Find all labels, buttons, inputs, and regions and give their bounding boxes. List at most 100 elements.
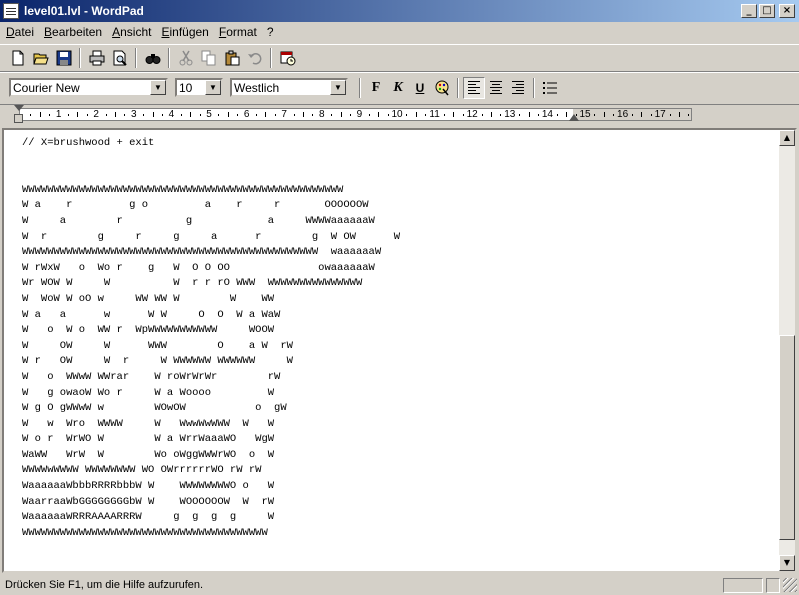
chevron-down-icon[interactable]: ▼ bbox=[205, 80, 221, 95]
ruler-dot bbox=[30, 114, 32, 116]
first-line-indent-marker[interactable] bbox=[14, 105, 24, 111]
ruler-dot bbox=[293, 114, 295, 116]
cut-icon[interactable] bbox=[174, 47, 197, 69]
document-line: W rWxW o Wo r g W O O OO owaaaaaaW bbox=[22, 261, 375, 274]
align-left-icon[interactable] bbox=[463, 76, 485, 99]
document-line: W o r WrWO W W a WrrWaaaWO WgW bbox=[22, 433, 275, 446]
ruler-dot bbox=[481, 114, 483, 116]
ruler-dot bbox=[199, 114, 201, 116]
align-center-icon[interactable] bbox=[485, 77, 507, 99]
format-toolbar: Courier New ▼ 10 ▼ Westlich ▼ F K U bbox=[0, 72, 799, 102]
ruler-dot bbox=[538, 114, 539, 116]
ruler-tick bbox=[227, 112, 229, 117]
right-indent-marker[interactable] bbox=[569, 114, 579, 121]
ruler-dot bbox=[124, 114, 126, 116]
find-icon[interactable] bbox=[141, 47, 164, 69]
toolbar-separator bbox=[135, 48, 137, 68]
ruler-dot bbox=[143, 114, 145, 116]
document-text[interactable]: // X=brushwood + exit WWWWWWWWWWWWWWWWWW… bbox=[22, 136, 775, 571]
left-indent-marker[interactable] bbox=[14, 114, 23, 123]
ruler-number: 1 bbox=[55, 109, 62, 120]
print-preview-icon[interactable] bbox=[108, 47, 131, 69]
vertical-scrollbar[interactable]: ▲ ▼ bbox=[779, 130, 795, 571]
resize-grip[interactable] bbox=[783, 578, 797, 592]
ruler-tick bbox=[679, 112, 680, 117]
wordpad-app-icon[interactable] bbox=[3, 3, 19, 19]
ruler-number: 6 bbox=[243, 109, 250, 120]
ruler-tick bbox=[340, 112, 342, 117]
menu-bar: Datei Bearbeiten Ansicht Einfügen Format… bbox=[0, 22, 799, 42]
ruler-dot bbox=[688, 114, 690, 116]
ruler-dot bbox=[669, 114, 671, 116]
ruler-number: 4 bbox=[168, 109, 175, 120]
save-icon[interactable] bbox=[52, 47, 75, 69]
ruler-dot bbox=[368, 114, 370, 116]
ruler-dot bbox=[237, 114, 239, 116]
document-line: W a r g a WWWWaaaaaaW bbox=[22, 214, 375, 227]
undo-icon[interactable] bbox=[243, 47, 266, 69]
document-line: W r g r g a r g W OW W bbox=[22, 230, 401, 243]
ruler-dot bbox=[594, 114, 596, 116]
ruler-dot bbox=[650, 114, 652, 116]
ruler[interactable]: 1 2 3 4 5 6 7 8 9 10 11 12 13 14 15 16 17 bbox=[0, 104, 799, 126]
paste-icon[interactable] bbox=[220, 47, 243, 69]
new-icon[interactable] bbox=[6, 47, 29, 69]
ruler-tick bbox=[641, 112, 643, 117]
font-size-combo[interactable]: 10 ▼ bbox=[175, 78, 223, 97]
menu-bearbeiten[interactable]: Bearbeiten bbox=[40, 25, 106, 39]
scroll-up-button[interactable]: ▲ bbox=[779, 130, 795, 146]
document-line: W w Wro WWWW W WwwWwWWW W W bbox=[22, 417, 275, 430]
menu-ansicht[interactable]: Ansicht bbox=[108, 25, 155, 39]
ruler-dot bbox=[331, 114, 333, 116]
ruler-dot bbox=[632, 114, 633, 116]
ruler-dot bbox=[462, 114, 464, 116]
open-icon[interactable] bbox=[29, 47, 52, 69]
script-combo[interactable]: Westlich ▼ bbox=[230, 78, 348, 97]
menu-datei[interactable]: Datei bbox=[2, 25, 38, 39]
scroll-thumb[interactable] bbox=[779, 335, 795, 540]
ruler-tick bbox=[415, 112, 417, 117]
ruler-tick bbox=[303, 112, 304, 117]
chevron-down-icon[interactable]: ▼ bbox=[330, 80, 346, 95]
italic-button[interactable]: K bbox=[387, 77, 409, 99]
chevron-down-icon[interactable]: ▼ bbox=[150, 80, 166, 95]
copy-icon[interactable] bbox=[197, 47, 220, 69]
bold-button[interactable]: F bbox=[365, 77, 387, 99]
color-icon[interactable] bbox=[431, 77, 453, 99]
font-size-value: 10 bbox=[179, 80, 193, 95]
ruler-number: 11 bbox=[429, 109, 440, 120]
document-line: W o WWwW WWrar W roWrWrWr rW bbox=[22, 370, 281, 383]
document-line: W WoW W oO w WW WW W W WW bbox=[22, 292, 275, 305]
status-panel bbox=[766, 577, 780, 593]
document-line: W g O gWWwW w WOwOW o gW bbox=[22, 402, 287, 415]
close-button[interactable]: × bbox=[779, 4, 795, 18]
ruler-tick bbox=[39, 112, 41, 117]
ruler-tick bbox=[115, 112, 116, 117]
font-name-combo[interactable]: Courier New ▼ bbox=[9, 78, 168, 97]
ruler-tick bbox=[77, 112, 79, 117]
menu-format[interactable]: Format bbox=[215, 25, 261, 39]
ruler-number: 16 bbox=[617, 109, 629, 120]
ruler-dot bbox=[180, 114, 182, 116]
ruler-number: 5 bbox=[206, 109, 212, 120]
print-icon[interactable] bbox=[85, 47, 108, 69]
minimize-button[interactable]: _ bbox=[741, 4, 757, 18]
maximize-button[interactable]: □ bbox=[759, 4, 775, 18]
ruler-number: 13 bbox=[504, 109, 516, 120]
document-line: WWWWwWWWW WWWWWWWW WO OWrrrrrrWO rW rW bbox=[22, 464, 262, 477]
toolbar-separator bbox=[359, 77, 361, 98]
menu-help[interactable]: ? bbox=[263, 25, 278, 39]
ruler-number: 14 bbox=[541, 109, 553, 120]
underline-button[interactable]: U bbox=[409, 77, 431, 99]
align-right-icon[interactable] bbox=[507, 77, 529, 99]
document-line: WWWWWWWWWWWWWWWWWWWWWWWWWWWWWWWWWWWWWWWW… bbox=[22, 246, 382, 259]
datetime-icon[interactable] bbox=[276, 47, 299, 69]
document-line: W a r g o a r r OOOOOOW bbox=[22, 199, 369, 212]
ruler-tick bbox=[528, 112, 530, 117]
scroll-down-button[interactable]: ▼ bbox=[779, 555, 795, 571]
bullets-icon[interactable] bbox=[539, 77, 561, 99]
menu-einfuegen[interactable]: Einfügen bbox=[157, 25, 212, 39]
document-editor[interactable]: // X=brushwood + exit WWWWWWWWWWWWWWWWWW… bbox=[2, 128, 797, 573]
